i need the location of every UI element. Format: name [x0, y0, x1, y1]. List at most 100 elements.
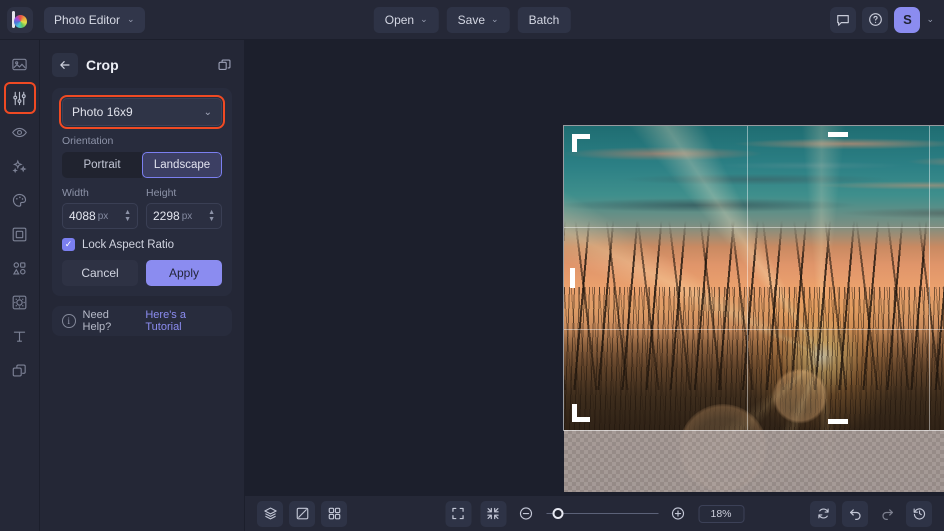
tutorial-link[interactable]: Here's a Tutorial [145, 309, 222, 333]
width-value: 4088 [69, 209, 96, 223]
shapes-icon [11, 260, 28, 277]
app-menu-button[interactable]: Photo Editor ⌄ [44, 7, 145, 33]
width-label: Width [62, 187, 138, 199]
sidebar-item-overlays[interactable] [6, 288, 34, 316]
redo-button[interactable] [874, 501, 900, 527]
help-button[interactable] [862, 7, 888, 33]
zoom-in-button[interactable] [667, 503, 689, 525]
open-label: Open [385, 13, 414, 27]
fit-to-screen-button[interactable] [445, 501, 471, 527]
save-button[interactable]: Save ⌄ [447, 7, 510, 33]
zoom-slider[interactable] [546, 507, 658, 521]
tool-rail [0, 40, 40, 531]
texture-icon [11, 294, 28, 311]
account-group: S ⌄ [830, 7, 944, 33]
redo-icon [880, 506, 895, 521]
lock-aspect-ratio-checkbox[interactable]: ✓ Lock Aspect Ratio [62, 238, 222, 251]
duplicate-button[interactable] [217, 58, 232, 73]
sparkles-icon [11, 158, 28, 175]
expand-icon [451, 506, 466, 521]
layers-button[interactable] [257, 501, 283, 527]
compare-icon [295, 506, 310, 521]
height-stepper[interactable]: ▲ ▼ [208, 210, 215, 223]
app-menu-label: Photo Editor [54, 13, 120, 27]
panel-header: Crop [52, 52, 232, 78]
info-icon: i [62, 314, 76, 328]
logo-wrapper [0, 7, 40, 33]
open-button[interactable]: Open ⌄ [374, 7, 439, 33]
orientation-segmented-control: Portrait Landscape [62, 152, 222, 178]
sidebar-item-frames[interactable] [6, 220, 34, 248]
chevron-down-icon: ⌄ [127, 14, 135, 25]
layers-stack-icon [263, 506, 278, 521]
feedback-button[interactable] [830, 7, 856, 33]
sidebar-item-color[interactable] [6, 186, 34, 214]
file-actions-group: Open ⌄ Save ⌄ Batch [374, 7, 571, 33]
brand-logo[interactable] [7, 7, 33, 33]
grid-icon [327, 506, 342, 521]
batch-button[interactable]: Batch [518, 7, 571, 33]
lock-aspect-ratio-label: Lock Aspect Ratio [82, 239, 174, 251]
history-controls [810, 501, 932, 527]
comment-icon [836, 13, 850, 27]
page-title: Crop [86, 57, 209, 73]
chevron-down-icon: ⌄ [204, 107, 212, 118]
sidebar-item-adjust[interactable] [6, 84, 34, 112]
sidebar-item-shapes[interactable] [6, 254, 34, 282]
bottom-toolbar: 18% [245, 495, 944, 531]
reset-button[interactable] [810, 501, 836, 527]
sidebar-item-image[interactable] [6, 50, 34, 78]
zoom-level-value[interactable]: 18% [698, 505, 744, 523]
tutorial-banner[interactable]: i Need Help? Here's a Tutorial [52, 306, 232, 336]
zoom-slider-handle[interactable] [552, 508, 563, 519]
checkerboard-dim-overlay [564, 430, 944, 492]
undo-button[interactable] [842, 501, 868, 527]
sidebar-item-retouch[interactable] [6, 118, 34, 146]
canvas-area[interactable] [245, 40, 944, 495]
height-value: 2298 [153, 209, 180, 223]
transparency-checkerboard [564, 430, 944, 492]
compare-button[interactable] [289, 501, 315, 527]
image-stage[interactable] [564, 126, 944, 492]
height-label: Height [146, 187, 222, 199]
actual-size-button[interactable] [480, 501, 506, 527]
avatar[interactable]: S [894, 7, 920, 33]
refresh-icon [816, 506, 831, 521]
image-icon [11, 56, 28, 73]
arrow-left-icon [58, 58, 72, 72]
avatar-initial: S [903, 12, 912, 27]
apply-button[interactable]: Apply [146, 260, 222, 286]
plus-circle-icon [671, 506, 686, 521]
width-input[interactable]: 4088 px ▲ ▼ [62, 203, 138, 229]
stepper-down-icon: ▼ [124, 217, 131, 223]
save-label: Save [458, 13, 485, 27]
height-input[interactable]: 2298 px ▲ ▼ [146, 203, 222, 229]
zoom-controls: 18% [445, 501, 744, 527]
photo-editor-app: Photo Editor ⌄ Open ⌄ Save ⌄ Batch [0, 0, 944, 531]
zoom-out-button[interactable] [515, 503, 537, 525]
cancel-button[interactable]: Cancel [62, 260, 138, 286]
chevron-down-icon: ⌄ [491, 14, 499, 25]
orientation-portrait-button[interactable]: Portrait [62, 152, 142, 178]
back-button[interactable] [52, 53, 78, 77]
account-chevron-down-icon[interactable]: ⌄ [926, 14, 934, 25]
batch-label: Batch [529, 13, 560, 27]
height-unit: px [182, 211, 193, 222]
app-body: Crop Photo 16x9 ⌄ Orientation Portrait [0, 40, 944, 531]
stepper-up-icon: ▲ [208, 210, 215, 216]
sidebar-item-text[interactable] [6, 322, 34, 350]
palette-icon [11, 192, 28, 209]
sidebar-item-effects[interactable] [6, 152, 34, 180]
grid-view-button[interactable] [321, 501, 347, 527]
help-text: Need Help? [83, 309, 139, 333]
orientation-landscape-button[interactable]: Landscape [142, 152, 222, 178]
bottom-left-tools [257, 501, 347, 527]
aspect-ratio-select[interactable]: Photo 16x9 ⌄ [62, 98, 222, 126]
history-button[interactable] [906, 501, 932, 527]
sidebar-item-layers[interactable] [6, 356, 34, 384]
top-toolbar: Photo Editor ⌄ Open ⌄ Save ⌄ Batch [0, 0, 944, 40]
checkbox-check-icon: ✓ [62, 238, 75, 251]
canvas-column: 18% [245, 40, 944, 531]
width-stepper[interactable]: ▲ ▼ [124, 210, 131, 223]
frame-icon [11, 226, 28, 243]
